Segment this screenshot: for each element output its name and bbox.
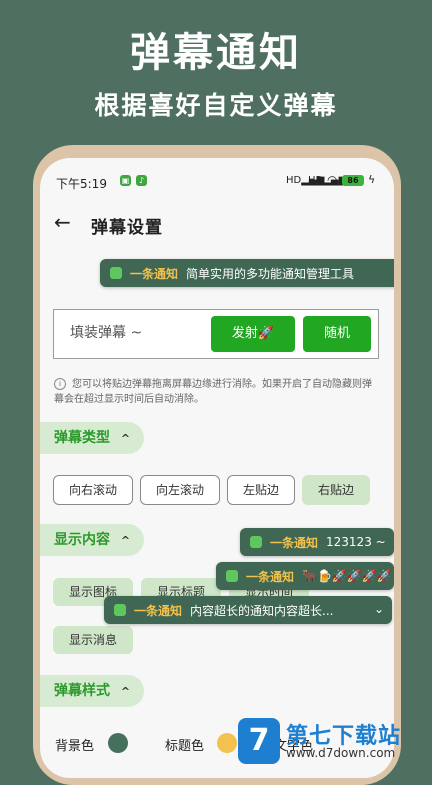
chip-scroll-left[interactable]: 向左滚动 [140, 475, 220, 505]
toast-app-name: 一条通知 [270, 535, 319, 550]
title-color-swatch[interactable] [217, 733, 237, 753]
toast-text: 简单实用的多功能通知管理工具 [186, 266, 355, 281]
danmaku-input[interactable] [68, 324, 202, 342]
toast-preview[interactable]: 一条通知 简单实用的多功能通知管理工具 [100, 259, 394, 287]
chevron-up-icon: ^ [120, 534, 131, 547]
toast-text: 内容超长的通知内容超长... [190, 603, 334, 618]
watermark: 7 第七下载站 www.d7down.com [238, 716, 432, 768]
toast-app-name: 一条通知 [134, 603, 183, 618]
status-bar: 下午5:19 ▣ ♪ HD▂▄▆ HD▂▄▆ ◠ 86 ϟ [40, 158, 394, 198]
chip-left-edge[interactable]: 左贴边 [227, 475, 295, 505]
toast-preview[interactable]: 一条通知 123123 ~ [240, 528, 394, 556]
page-title: 弹幕设置 [91, 218, 163, 238]
info-icon: i [54, 378, 66, 390]
charging-icon: ϟ [368, 173, 376, 186]
section-display-content[interactable]: 显示内容 ^ [40, 524, 145, 556]
wifi-icon: ◠ [327, 173, 338, 187]
bell-icon [226, 570, 238, 582]
section-danmaku-type[interactable]: 弹幕类型 ^ [40, 422, 145, 454]
hint-text: i 您可以将贴边弹幕拖离屏幕边缘进行消除。如果开启了自动隐藏则弹幕会在超过显示时间… [54, 378, 372, 405]
bell-icon: ♪ [136, 175, 147, 186]
phone-screen: 下午5:19 ▣ ♪ HD▂▄▆ HD▂▄▆ ◠ 86 ϟ ← 弹幕设置 一条通… [40, 158, 394, 778]
bell-icon [110, 267, 122, 279]
toast-preview[interactable]: 一条通知 🐂🍺🚀🚀🚀🚀 [216, 562, 394, 590]
toast-text: 123123 ~ [326, 535, 386, 549]
section-label: 显示内容 [54, 532, 110, 548]
hero-subtitle: 根据喜好自定义弹幕 [94, 91, 338, 120]
notification-icon: ▣ [120, 175, 131, 186]
back-arrow-icon[interactable]: ← [54, 210, 71, 234]
chevron-down-icon[interactable]: ⌄ [374, 602, 384, 616]
chip-show-message[interactable]: 显示消息 [53, 626, 133, 654]
chevron-up-icon: ^ [120, 432, 131, 445]
chevron-up-icon: ^ [120, 685, 131, 698]
fire-button[interactable]: 发射🚀 [211, 316, 295, 352]
toast-app-name: 一条通知 [246, 569, 295, 584]
section-label: 弹幕样式 [54, 683, 110, 699]
toast-preview[interactable]: 一条通知 内容超长的通知内容超长... ⌄ [104, 596, 392, 624]
watermark-url: www.d7down.com [286, 746, 396, 760]
toast-text: 🐂🍺🚀🚀🚀🚀 [302, 569, 392, 583]
toast-app-name: 一条通知 [130, 266, 179, 281]
section-label: 弹幕类型 [54, 430, 110, 446]
random-button[interactable]: 随机 [303, 316, 371, 352]
watermark-logo: 7 [238, 718, 280, 764]
bg-color-label: 背景色 [55, 739, 95, 754]
bell-icon [250, 536, 262, 548]
title-color-label: 标题色 [165, 739, 205, 754]
chip-scroll-right[interactable]: 向右滚动 [53, 475, 133, 505]
section-danmaku-style[interactable]: 弹幕样式 ^ [40, 675, 145, 707]
battery-icon: 86 [342, 175, 364, 186]
chip-right-edge[interactable]: 右贴边 [302, 475, 370, 505]
hero-title: 弹幕通知 [130, 30, 302, 76]
status-time: 下午5:19 [56, 177, 107, 191]
bg-color-swatch[interactable] [108, 733, 128, 753]
danmaku-input-box: 发射🚀 随机 [53, 309, 379, 359]
bell-icon [114, 604, 126, 616]
